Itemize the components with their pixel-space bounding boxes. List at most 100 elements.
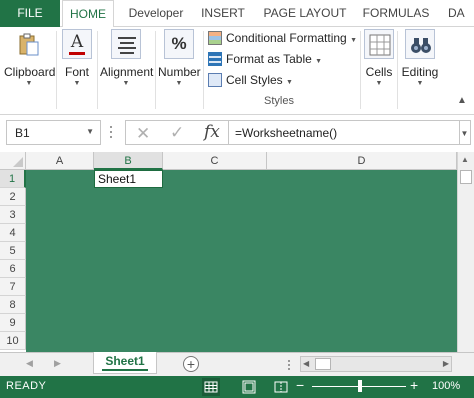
formula-input[interactable]: =Worksheetname() [228, 120, 460, 145]
column-header-d[interactable]: D [267, 152, 457, 170]
chevron-down-icon: ▼ [73, 80, 81, 87]
table-icon [208, 52, 222, 66]
cell-styles-label: Cell Styles [226, 73, 283, 87]
scroll-up-icon[interactable]: ▲ [461, 155, 469, 164]
row-header-8[interactable]: 8 [0, 296, 26, 314]
row-header-5[interactable]: 5 [0, 242, 26, 260]
worksheet-grid: A B C D 1 2 3 4 5 6 7 8 9 10 Sheet1 ▲ [0, 152, 474, 352]
collapse-ribbon-icon[interactable]: ▲ [457, 95, 467, 106]
cells-button[interactable]: Cells ▼ [364, 29, 394, 87]
group-divider [360, 31, 361, 109]
format-as-table-label: Format as Table [226, 52, 312, 66]
group-divider [155, 31, 156, 109]
expand-formula-bar-icon[interactable]: ▼ [459, 120, 471, 145]
styles-group-label: Styles [264, 95, 294, 107]
tab-developer[interactable]: Developer [124, 0, 188, 27]
tab-data[interactable]: DA [444, 0, 474, 27]
zoom-slider-handle[interactable] [358, 380, 362, 392]
chevron-down-icon: ▼ [350, 37, 358, 44]
chevron-down-icon: ▼ [122, 80, 130, 87]
tab-formulas[interactable]: FORMULAS [360, 0, 432, 27]
number-label: Number [158, 65, 201, 79]
vertical-scrollbar[interactable]: ▲ [457, 152, 474, 352]
scroll-right-icon[interactable]: ▶ [443, 359, 449, 368]
normal-view-icon[interactable] [202, 378, 220, 396]
font-button[interactable]: A Font ▼ [60, 29, 94, 87]
formula-buttons: ✕ ✓ fx [125, 120, 228, 145]
format-as-table-button[interactable]: Format as Table ▼ [208, 49, 322, 69]
formula-bar: B1 ▼ ✕ ✓ fx =Worksheetname() ▼ [0, 116, 474, 152]
chevron-down-icon: ▼ [175, 80, 183, 87]
cell-b1[interactable]: Sheet1 [94, 170, 163, 188]
prev-sheet-icon[interactable]: ◀ [26, 358, 33, 369]
zoom-out-button[interactable]: − [296, 377, 304, 393]
formula-text: =Worksheetname() [235, 126, 338, 140]
tab-insert[interactable]: INSERT [200, 0, 246, 27]
scroll-left-icon[interactable]: ◀ [303, 359, 309, 368]
zoom-in-button[interactable]: + [410, 377, 418, 393]
zoom-level[interactable]: 100% [432, 380, 460, 392]
conditional-formatting-label: Conditional Formatting [226, 31, 347, 45]
status-ready: READY [6, 380, 47, 392]
cells-area[interactable] [26, 170, 457, 352]
next-sheet-icon[interactable]: ▶ [54, 358, 61, 369]
row-header-3[interactable]: 3 [0, 206, 26, 224]
enter-icon[interactable]: ✓ [170, 123, 184, 143]
name-box-value: B1 [15, 126, 30, 140]
alignment-label: Alignment [100, 65, 154, 79]
page-layout-view-icon[interactable] [240, 378, 258, 396]
chevron-down-icon[interactable]: ▼ [86, 127, 94, 136]
chevron-down-icon: ▼ [286, 79, 293, 86]
group-divider [203, 31, 204, 109]
cells-label: Cells [365, 65, 393, 79]
group-divider [56, 31, 57, 109]
font-icon: A [62, 29, 92, 59]
column-header-a[interactable]: A [26, 152, 94, 170]
select-all-button[interactable] [0, 152, 26, 170]
ribbon-tab-bar: FILE HOME Developer INSERT PAGE LAYOUT F… [0, 0, 474, 28]
row-header-4[interactable]: 4 [0, 224, 26, 242]
binoculars-icon [405, 29, 435, 59]
conditional-formatting-button[interactable]: Conditional Formatting ▼ [208, 28, 357, 48]
chevron-down-icon: ▼ [416, 80, 424, 87]
column-header-b[interactable]: B [94, 152, 163, 170]
tab-file[interactable]: FILE [0, 0, 60, 27]
sheet-tab-bar: ◀ ▶ Sheet1 + ◀ ▶ [0, 352, 474, 376]
insert-function-icon[interactable]: fx [204, 122, 220, 142]
cell-styles-button[interactable]: Cell Styles ▼ [208, 70, 293, 90]
horizontal-scrollbar[interactable]: ◀ ▶ [300, 356, 452, 372]
group-divider [397, 31, 398, 109]
scroll-thumb[interactable] [460, 170, 472, 184]
font-letter: A [70, 32, 84, 52]
cancel-icon[interactable]: ✕ [136, 124, 150, 144]
add-sheet-button[interactable]: + [183, 356, 199, 372]
row-header-10[interactable]: 10 [0, 332, 26, 350]
row-header-6[interactable]: 6 [0, 260, 26, 278]
name-box[interactable]: B1 ▼ [6, 120, 101, 145]
row-header-7[interactable]: 7 [0, 278, 26, 296]
alignment-button[interactable]: Alignment ▼ [100, 29, 154, 87]
page-break-view-icon[interactable] [272, 378, 290, 396]
clipboard-button[interactable]: Clipboard ▼ [4, 29, 56, 87]
scroll-thumb[interactable] [315, 358, 331, 370]
sheet-tab-sheet1[interactable]: Sheet1 [93, 352, 157, 374]
tab-home[interactable]: HOME [62, 0, 114, 28]
status-bar: READY − + 100% [0, 376, 474, 398]
font-label: Font [64, 65, 89, 79]
conditional-formatting-icon [208, 31, 222, 45]
row-header-2[interactable]: 2 [0, 188, 26, 206]
clipboard-label: Clipboard [4, 65, 56, 79]
cells-icon [364, 29, 394, 59]
resize-handle[interactable] [110, 126, 113, 140]
tab-page-layout[interactable]: PAGE LAYOUT [262, 0, 348, 27]
align-icon [111, 29, 141, 59]
row-header-9[interactable]: 9 [0, 314, 26, 332]
row-header-1[interactable]: 1 [0, 170, 26, 188]
editing-button[interactable]: Editing ▼ [400, 29, 440, 87]
column-header-c[interactable]: C [163, 152, 267, 170]
ribbon: Clipboard ▼ A Font ▼ Alignment ▼ % Numbe… [0, 27, 474, 115]
tab-split-handle[interactable] [288, 360, 290, 372]
chevron-down-icon: ▼ [25, 80, 33, 87]
chevron-down-icon: ▼ [375, 80, 383, 87]
number-button[interactable]: % Number ▼ [158, 29, 201, 87]
